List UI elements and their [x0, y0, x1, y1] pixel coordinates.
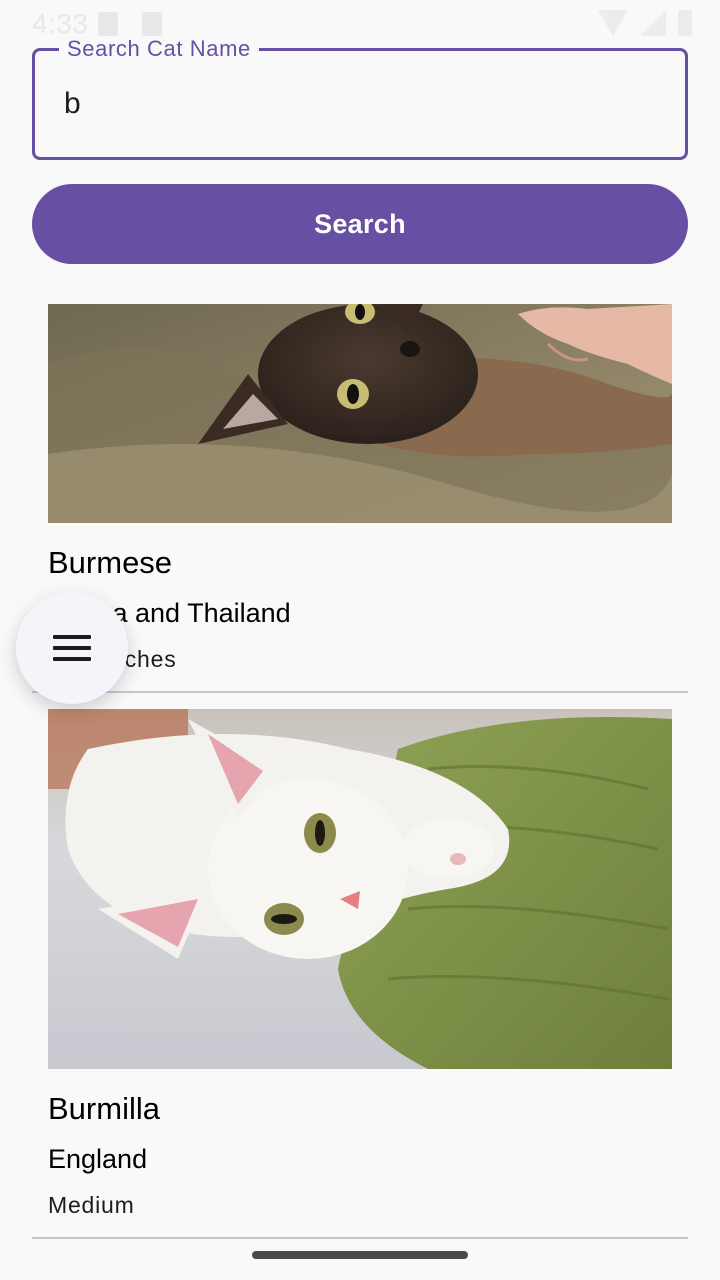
sim-card-icon	[142, 12, 162, 36]
cat-origin: England	[48, 1144, 148, 1174]
search-field[interactable]: Search Cat Name	[32, 36, 688, 160]
divider	[32, 691, 688, 693]
cat-image	[48, 304, 672, 523]
cat-name: Burmilla	[48, 1091, 160, 1126]
cat-size: Medium	[48, 1192, 135, 1218]
search-input[interactable]	[64, 81, 644, 127]
burmese-cat-photo	[48, 304, 672, 523]
gesture-nav-handle[interactable]	[252, 1251, 468, 1259]
battery-icon	[678, 10, 692, 36]
menu-fab-button[interactable]	[16, 592, 128, 704]
signal-icon	[640, 10, 666, 36]
divider	[32, 1237, 688, 1239]
menu-icon	[53, 635, 91, 661]
cat-card[interactable]: Burmilla England Medium	[48, 709, 672, 1218]
cat-name: Burmese	[48, 545, 173, 580]
notification-icon	[98, 12, 118, 36]
cat-card[interactable]: Burmese Burma and Thailand 6 - 8 inches	[48, 304, 672, 672]
cat-image	[48, 709, 672, 1069]
wifi-icon	[598, 10, 628, 36]
search-field-label: Search Cat Name	[59, 36, 259, 62]
burmilla-cat-photo	[48, 709, 672, 1069]
search-button[interactable]: Search	[32, 184, 688, 264]
